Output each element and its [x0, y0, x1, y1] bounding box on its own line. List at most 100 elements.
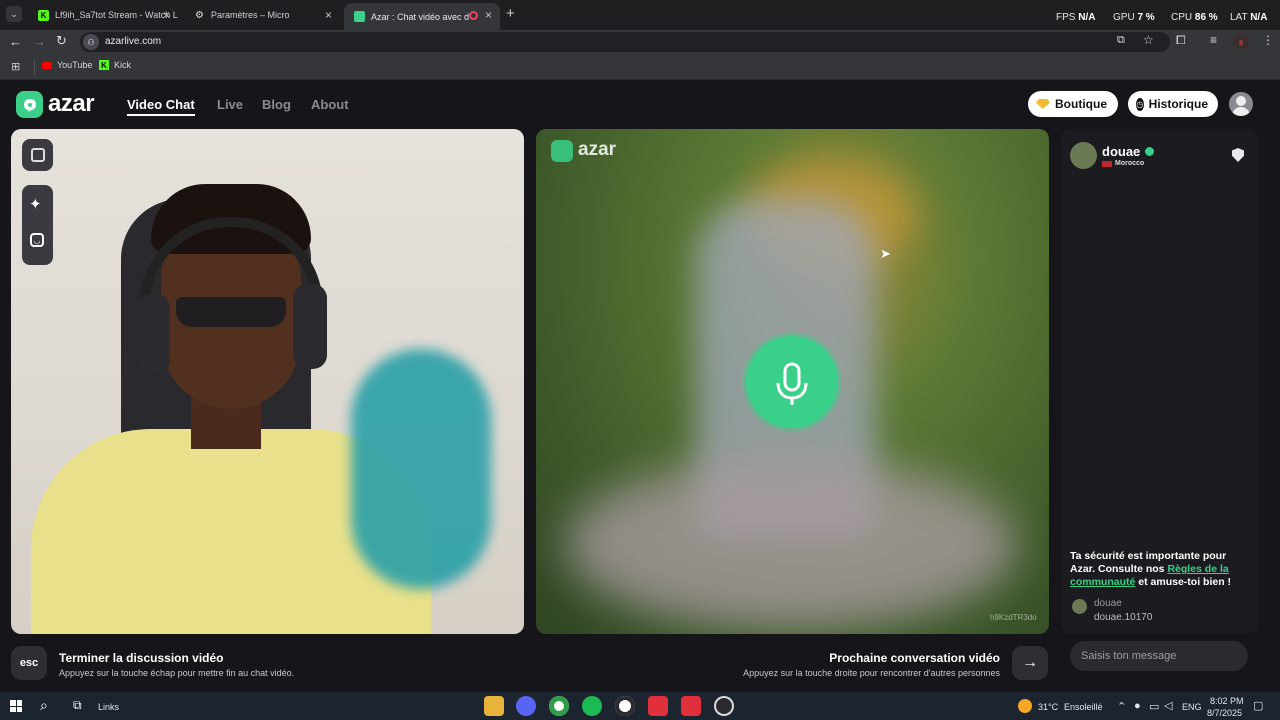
tab-azar[interactable]: Azar : Chat vidéo avec de n × [344, 3, 500, 30]
clock-date[interactable]: 8/7/2025 [1207, 708, 1242, 718]
end-chat-title: Terminer la discussion vidéo [59, 651, 224, 665]
esc-key-button[interactable]: esc [11, 646, 47, 680]
azar-logo-icon[interactable] [16, 91, 43, 118]
boutique-label: Boutique [1055, 97, 1107, 111]
bookmark-label: Kick [114, 60, 132, 70]
expand-icon [31, 148, 45, 162]
sparkle-effects-icon[interactable]: ✦ [29, 195, 42, 213]
microphone-tray-icon[interactable]: ● [1134, 700, 1141, 712]
gpu-value: 7 % [1137, 12, 1155, 23]
historique-button[interactable]: ◷ Historique [1128, 91, 1218, 117]
weather-temp[interactable]: 31°C [1038, 702, 1058, 712]
start-windows-icon[interactable] [10, 700, 22, 712]
back-icon[interactable]: ← [9, 34, 22, 49]
tab-search-button[interactable]: ⌄ [6, 6, 22, 22]
kick-icon: K [99, 60, 109, 70]
partner-country: Morocco [1102, 160, 1144, 167]
next-chat-hint: Appuyez sur la touche droite pour rencon… [743, 668, 1000, 678]
microphone-button[interactable] [746, 336, 838, 428]
lat-label: LAT [1230, 12, 1248, 23]
blur-fabric [566, 459, 1016, 629]
tab-parametres[interactable]: ⚙ Paramètres – Micro × [184, 3, 340, 27]
app-dial-icon[interactable] [714, 696, 734, 716]
sunglasses-shape [176, 297, 286, 327]
volume-icon[interactable]: ◁ [1164, 699, 1172, 712]
language-indicator[interactable]: ENG [1182, 702, 1202, 712]
motion-blur-shape [351, 349, 491, 589]
forward-icon[interactable]: → [33, 34, 46, 49]
app-red-icon[interactable] [648, 696, 668, 716]
headset-cup-left [136, 294, 170, 374]
message-avatar [1072, 599, 1087, 614]
tab-title: Lf9ih_Sa7tot Stream - Watch Li [55, 10, 178, 20]
youtube-icon [42, 61, 52, 69]
close-icon[interactable]: × [325, 8, 332, 22]
lat-value: N/A [1250, 12, 1268, 23]
tab-title: Azar : Chat vidéo avec de n [371, 11, 469, 22]
install-icon[interactable]: ⧉ [1117, 34, 1125, 47]
fullscreen-toggle[interactable] [22, 139, 53, 171]
browser-tab-bar: ⌄ K Lf9ih_Sa7tot Stream - Watch Li × ⚙ P… [0, 0, 1280, 30]
fps-value: N/A [1078, 12, 1096, 23]
bookmark-kick[interactable]: K Kick [99, 60, 131, 70]
url-field[interactable]: ⚇ azarlive.com ⧉ ☆ [80, 32, 1170, 52]
azar-icon [354, 11, 365, 22]
fps-label: FPS [1056, 12, 1076, 23]
apps-grid-icon[interactable]: ⊞ [11, 60, 20, 73]
microphone-icon [776, 362, 808, 405]
weather-text[interactable]: Ensoleillé [1064, 702, 1103, 712]
face-filter-icon[interactable]: ◡ [30, 233, 44, 247]
chrome-icon[interactable] [549, 696, 569, 716]
watermark-wordmark: azar [578, 139, 617, 160]
app-red-icon-2[interactable] [681, 696, 701, 716]
tray-chevron-icon[interactable]: ⌃ [1117, 700, 1126, 713]
site-info-icon[interactable]: ⚇ [83, 34, 99, 50]
links-toolbar[interactable]: Links [98, 702, 119, 712]
next-chat-title: Prochaine conversation vidéo [829, 651, 1000, 665]
divider [34, 59, 35, 75]
boutique-button[interactable]: Boutique [1028, 91, 1118, 117]
media-controls-icon[interactable]: ≡ [1210, 33, 1217, 47]
search-icon[interactable]: ⌕ [40, 697, 48, 714]
message-text: douae.10170 [1094, 612, 1153, 623]
task-view-icon[interactable]: ⧉ [73, 698, 82, 713]
clock-icon: ◷ [1136, 97, 1144, 111]
file-explorer-icon[interactable] [484, 696, 504, 716]
close-icon[interactable]: × [485, 8, 492, 22]
nav-about[interactable]: About [311, 97, 349, 112]
cpu-label: CPU [1171, 12, 1193, 23]
brand-wordmark: azar [48, 90, 95, 117]
discord-icon[interactable] [516, 696, 536, 716]
network-icon[interactable]: ▭ [1149, 700, 1159, 713]
bookmark-youtube[interactable]: YouTube [42, 60, 92, 70]
nav-video-chat[interactable]: Video Chat [127, 97, 195, 112]
new-tab-button[interactable]: + [506, 5, 515, 22]
address-bar-row: ← → ↻ ⚇ azarlive.com ⧉ ☆ ⧠ ≡ s ⋮ [0, 30, 1280, 54]
user-avatar[interactable] [1229, 92, 1253, 116]
profile-avatar[interactable]: s [1233, 34, 1249, 50]
nav-blog[interactable]: Blog [262, 97, 291, 112]
nav-live[interactable]: Live [217, 97, 243, 112]
close-icon[interactable]: × [163, 8, 170, 22]
notifications-icon[interactable]: ▢ [1253, 699, 1263, 712]
safety-text-end: et amuse-toi bien ! [1135, 576, 1232, 588]
spotify-icon[interactable] [582, 696, 602, 716]
chat-panel: douae Morocco Ta sécurité est importante… [1061, 129, 1258, 634]
message-sender: douae [1094, 598, 1122, 609]
bookmark-star-icon[interactable]: ☆ [1143, 33, 1154, 47]
next-arrow-button[interactable]: → [1012, 646, 1048, 680]
extensions-icon[interactable]: ⧠ [1176, 33, 1186, 48]
obs-icon[interactable] [615, 696, 635, 716]
flag-morocco-icon [1102, 160, 1112, 167]
country-label: Morocco [1115, 160, 1145, 167]
clock-time[interactable]: 8:02 PM [1210, 696, 1244, 706]
watermark-logo-icon [551, 140, 573, 162]
message-input[interactable]: Saisis ton message [1070, 641, 1248, 671]
partner-avatar[interactable] [1070, 142, 1097, 169]
windows-taskbar: ⌕ ⧉ Links 31°C Ensoleillé ⌃ ● ▭ ◁ ENG 8:… [0, 692, 1280, 720]
menu-icon[interactable]: ⋮ [1262, 33, 1274, 47]
headset-cup-right [293, 284, 327, 369]
report-shield-icon[interactable] [1232, 148, 1244, 162]
reload-icon[interactable]: ↻ [56, 33, 67, 49]
tab-kick-stream[interactable]: K Lf9ih_Sa7tot Stream - Watch Li × [28, 3, 178, 27]
